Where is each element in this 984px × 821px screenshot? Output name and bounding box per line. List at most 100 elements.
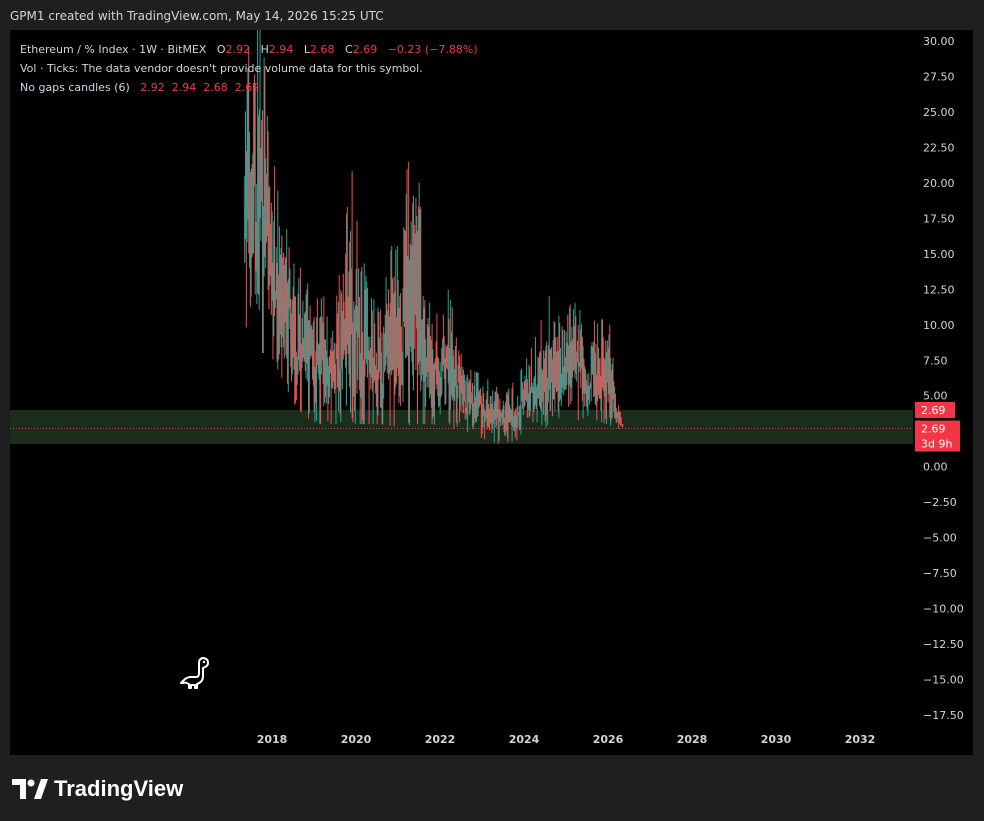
candle-body [371,336,372,377]
gaps-row[interactable]: No gaps candles (6) 2.92 2.94 2.68 2.69 [20,78,478,97]
candle-body [485,404,487,412]
candle-body [283,297,284,345]
candle-body [489,404,491,424]
candle-body [510,410,511,420]
candle-body [459,377,460,406]
symbol-row[interactable]: Ethereum / % Index · 1W · BitMEX O2.92 H… [20,40,478,59]
candle-body [249,232,251,276]
candle-body [514,421,515,423]
candle-body [358,296,360,370]
candle-body [494,407,496,419]
candle-body [388,321,390,357]
candle-body [350,306,351,386]
candle-body [596,387,598,398]
candle-body [255,239,257,267]
candle-body [437,381,439,387]
candle-body [346,304,348,328]
candle-body [312,339,313,377]
price-chart[interactable]: 30.00 27.50 25.00 22.50 20.00 17.50 15.00 12.50… [10,30,973,755]
candle-body [572,340,574,360]
candle-body [509,408,511,420]
candle-body [612,373,614,393]
candle-body [553,356,555,395]
candle-body [610,375,612,416]
candle-body [495,400,497,419]
symbol-title[interactable]: Ethereum / % Index · 1W · BitMEX [20,43,206,56]
candle-body [506,408,508,427]
candle-body [526,383,528,408]
candle-body [376,388,378,408]
candle-body [526,383,527,396]
candle-body [517,412,519,421]
candle-body [440,390,442,393]
last-price-tag: 2.69 [921,423,946,436]
candle-body [532,387,534,410]
candle-body [362,334,364,401]
candle-body [556,358,558,389]
candle-body [442,344,444,350]
candle-body [293,302,295,342]
candle-body [488,409,490,419]
low-value: 2.68 [310,43,335,56]
candle-body [518,412,519,415]
candle-body [406,247,408,320]
candle-body [451,339,452,372]
candle-body [468,387,469,390]
candle-body [473,407,475,415]
candle-body [281,289,283,313]
candle-body [463,383,465,401]
candle-body [253,152,255,171]
candle-body [330,372,332,383]
candle-body [530,389,532,402]
candle-body [410,308,412,327]
candle-body [598,382,600,388]
candle-body [247,136,249,185]
candle-body [291,347,292,362]
candle-body [416,232,418,317]
candle-body [622,426,624,428]
candle-body [373,342,375,363]
tradingview-brand[interactable]: TradingView [12,776,183,802]
candle-body [446,354,448,356]
dino-icon[interactable] [180,655,212,689]
candle-body [480,400,481,403]
candle-body [405,288,406,328]
candle-body [408,262,410,392]
candle-body [382,394,384,405]
candle-body [497,407,498,418]
candle-body [583,364,585,388]
volume-row[interactable]: Vol · Ticks: The data vendor doesn't pro… [20,59,478,78]
candle-body [350,306,352,319]
candle-body [603,382,605,396]
chart-panel[interactable]: 30.00 27.50 25.00 22.50 20.00 17.50 15.00 12.50… [10,30,973,755]
candle-body [515,418,517,427]
candle-body [535,390,537,409]
candle-body [286,321,288,329]
candle-body [548,362,550,377]
candle-body [465,409,467,411]
candle-body [341,328,343,356]
candle-body [493,407,495,417]
candle-body [342,333,343,356]
candle-body [422,347,424,365]
candle-body [569,345,571,384]
candle-body [268,242,270,285]
candle-body [568,345,570,383]
candle-body [458,376,460,378]
candle-body [448,356,450,404]
x-tick-label: 2024 [509,733,540,746]
y-tick-label: 17.50 [923,212,955,225]
candle-body [264,150,266,234]
candle-body [522,397,523,403]
candle-body [442,344,443,350]
candle-body [256,234,258,267]
candle-body [257,123,259,235]
candle-body [610,375,611,413]
candle-body [289,301,291,305]
candle-body [325,342,326,389]
candle-body [525,390,527,396]
y-tick-label: 7.50 [923,354,948,367]
candle-body [404,262,406,289]
candle-body [331,382,333,386]
candle-body [413,274,414,346]
